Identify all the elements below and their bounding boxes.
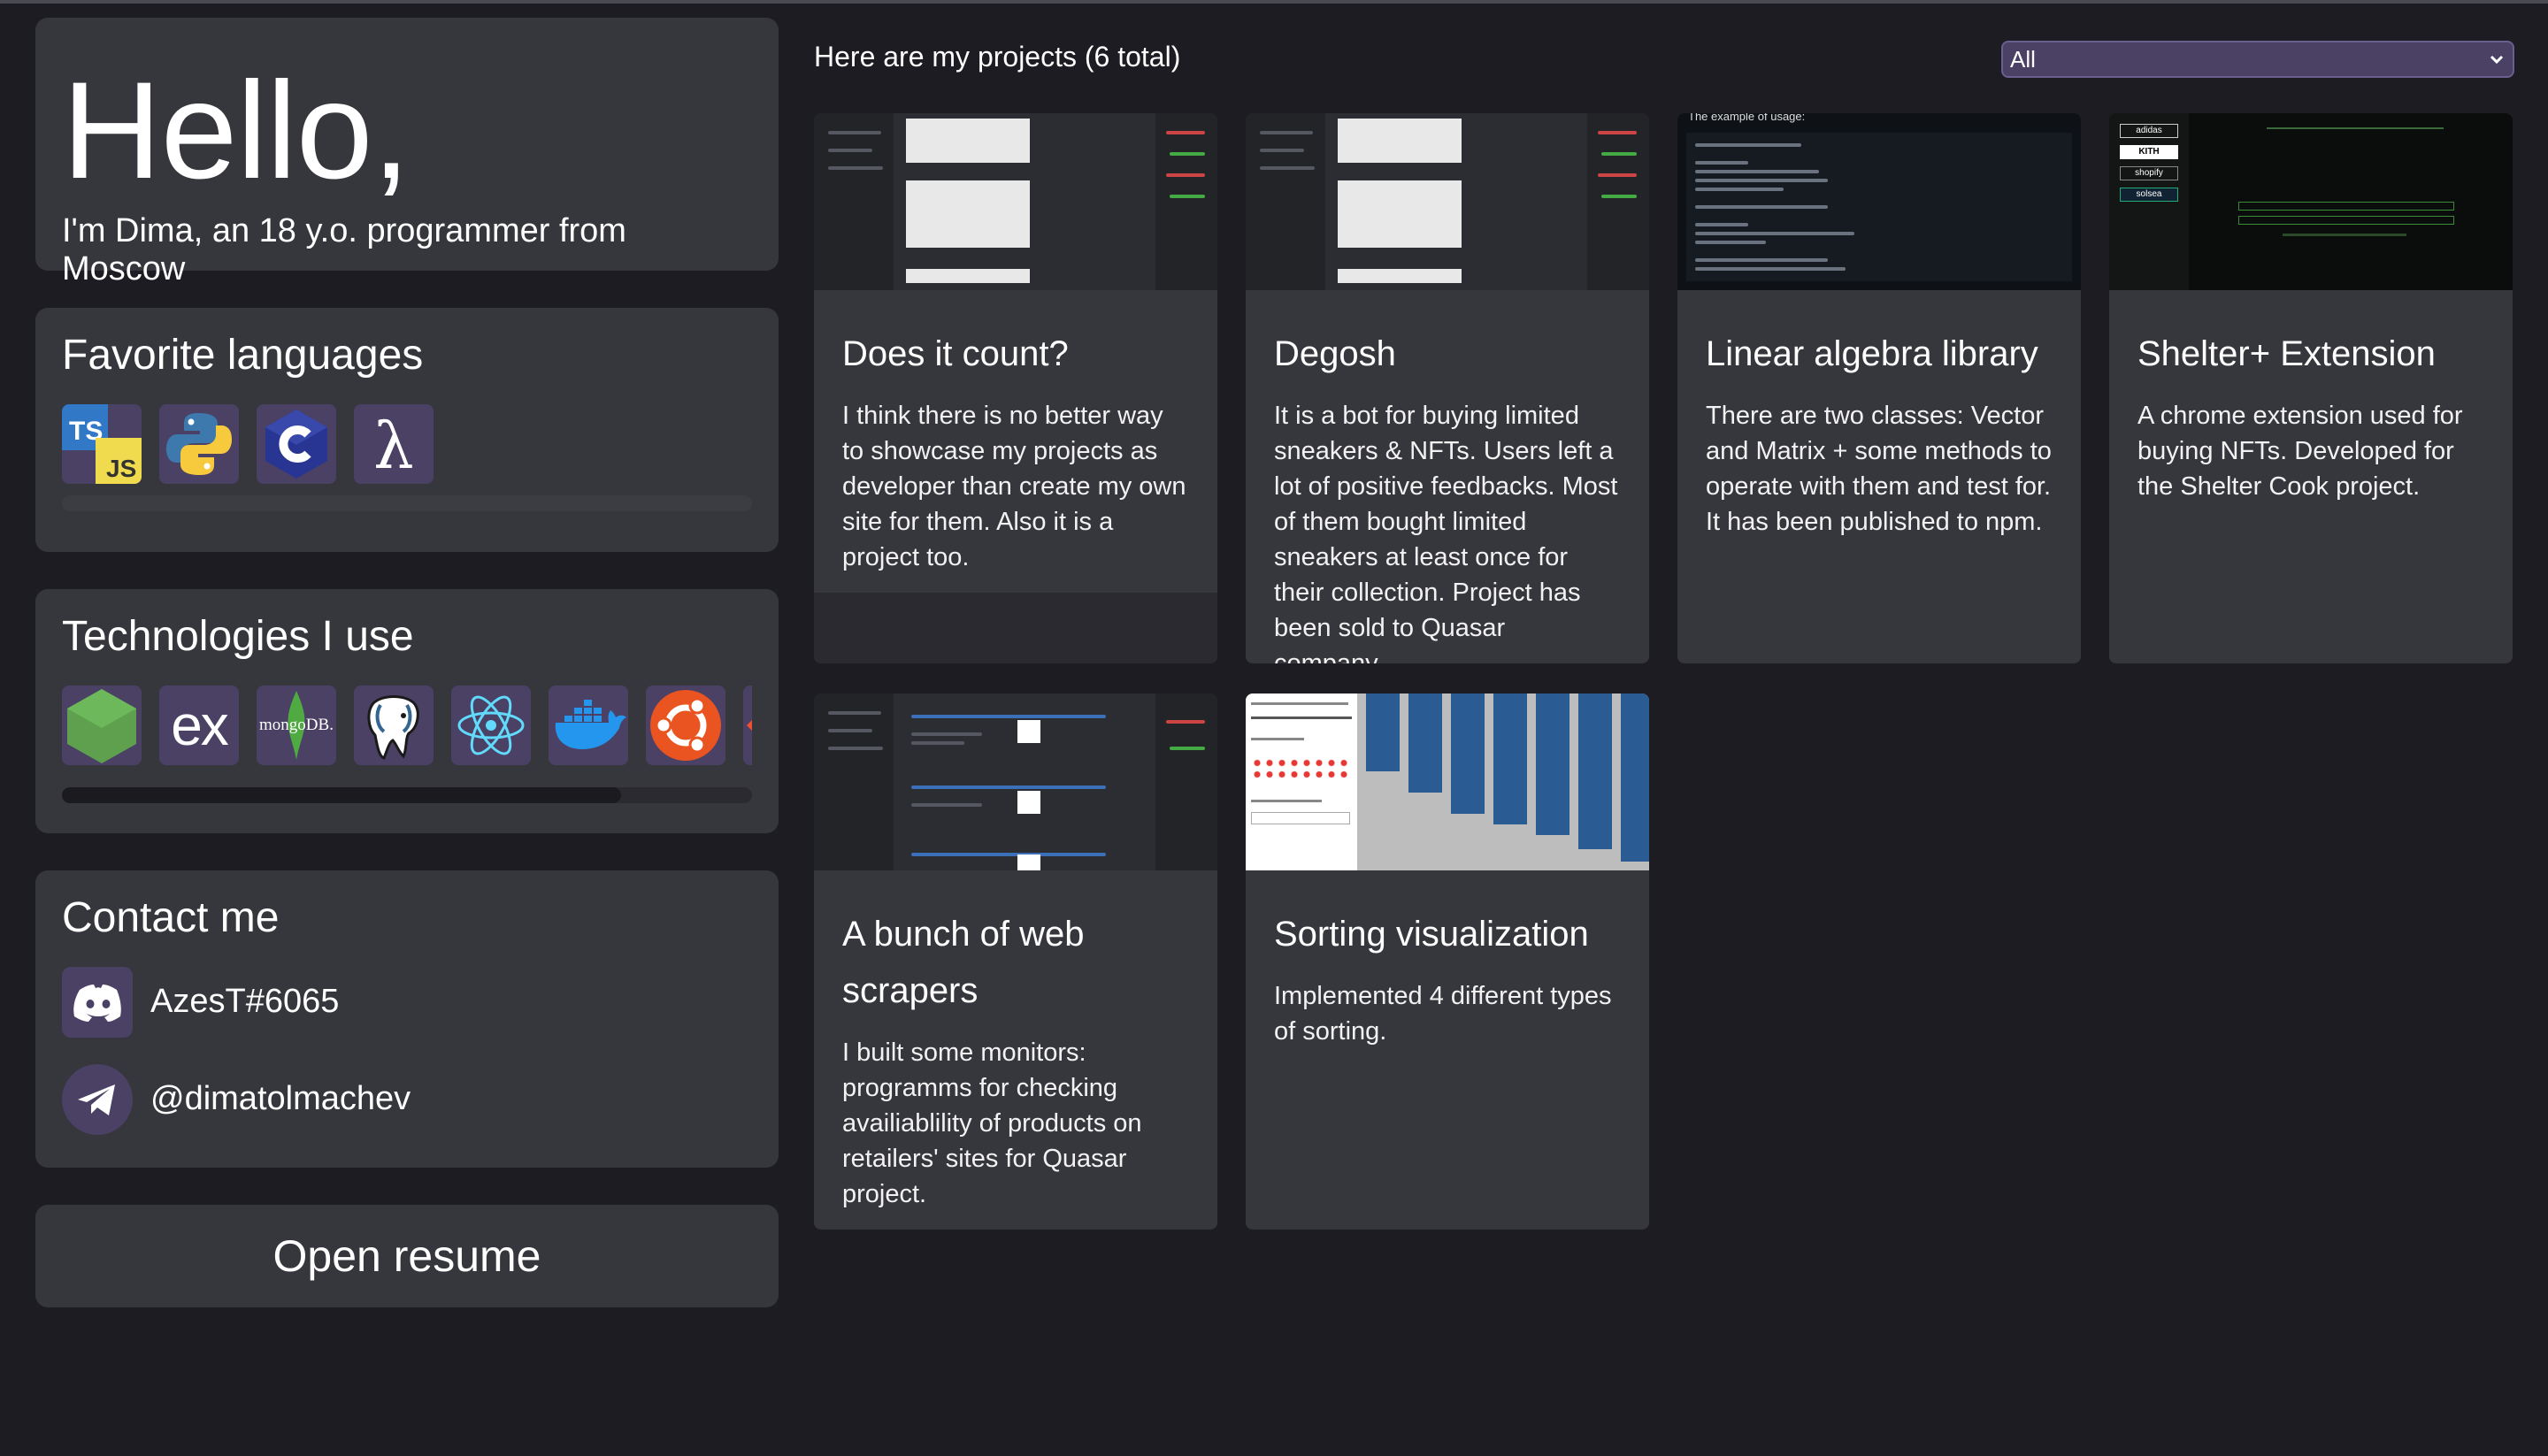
react-icon: [451, 685, 531, 765]
project-card-footer: [814, 593, 1217, 663]
project-description: There are two classes: Vector and Matrix…: [1706, 402, 2052, 536]
lambda-icon: λ: [354, 403, 434, 484]
technologies-scrollbar[interactable]: [62, 787, 752, 803]
python-icon: [159, 403, 239, 484]
ubuntu-icon: [646, 685, 725, 765]
svg-text:λ: λ: [373, 409, 414, 483]
mongodb-label: mongoDB.: [259, 715, 334, 734]
project-description: I think there is no better way to showca…: [842, 402, 1186, 571]
telegram-icon: [62, 1063, 133, 1135]
typescript-javascript-icon: TS JS: [62, 403, 142, 484]
brand-label-kith: KITH: [2120, 145, 2178, 159]
svg-text:JS: JS: [106, 455, 136, 482]
languages-card: Favorite languages TS JS λ: [35, 308, 779, 552]
technologies-title: Technologies I use: [62, 613, 414, 660]
technologies-card: Technologies I use ex mongoDB.: [35, 589, 779, 833]
project-thumbnail: [1246, 694, 1649, 870]
brand-label-shopify: shopify: [2120, 166, 2178, 180]
projects-header: Here are my projects (6 total): [814, 41, 1181, 73]
project-thumbnail: [1246, 113, 1649, 290]
project-title: Degosh: [1274, 334, 1396, 373]
project-title: Does it count?: [842, 334, 1069, 373]
contact-title: Contact me: [62, 894, 280, 941]
project-description: A chrome extension used for buying NFTs.…: [2137, 402, 2463, 501]
express-icon: ex: [159, 685, 239, 765]
hello-card: Hello, I'm Dima, an 18 y.o. programmer f…: [35, 18, 779, 287]
project-thumbnail: The example of usage:: [1677, 113, 2081, 290]
brand-label-adidas: adidas: [2120, 124, 2178, 138]
technologies-icon-row[interactable]: ex mongoDB.: [62, 685, 752, 765]
greeting-heading: Hello,: [62, 54, 411, 208]
project-title: Linear algebra library: [1706, 334, 2038, 373]
project-title: A bunch of web scrapers: [842, 915, 1085, 1010]
docker-icon: [549, 685, 628, 765]
open-resume-button[interactable]: Open resume: [35, 1205, 779, 1307]
project-thumbnail: [814, 113, 1217, 290]
project-card-linear-algebra[interactable]: The example of usage: Linear algebra lib…: [1677, 113, 2081, 663]
mongodb-icon: mongoDB.: [257, 685, 336, 765]
project-filter-select[interactable]: All: [2001, 41, 2514, 78]
project-title: Sorting visualization: [1274, 915, 1589, 954]
project-thumbnail: adidas KITH shopify solsea: [2109, 113, 2513, 290]
profile-column: Hello, I'm Dima, an 18 y.o. programmer f…: [35, 18, 779, 1307]
project-card-web-scrapers[interactable]: A bunch of web scrapers I built some mon…: [814, 694, 1217, 1230]
telegram-handle: @dimatolmachev: [150, 1080, 411, 1118]
git-icon: [743, 685, 752, 765]
code-example-header: The example of usage:: [1688, 113, 1806, 123]
telegram-contact[interactable]: @dimatolmachev: [62, 1063, 752, 1135]
languages-icon-row[interactable]: TS JS λ: [62, 403, 752, 484]
project-card-degosh[interactable]: Degosh It is a bot for buying limited sn…: [1246, 113, 1649, 663]
express-label: ex: [171, 693, 229, 757]
project-title: Shelter+ Extension: [2137, 334, 2436, 373]
contact-card: Contact me AzesT#6065 @dimatolmachev: [35, 870, 779, 1168]
chevron-down-icon: [2490, 55, 2504, 65]
project-card-sorting-visualization[interactable]: Sorting visualization Implemented 4 diff…: [1246, 694, 1649, 1230]
languages-scrollbar-thumb[interactable]: [62, 495, 752, 511]
window-top-border: [0, 0, 2548, 4]
project-card-shelter-extension[interactable]: adidas KITH shopify solsea Shelter+ Exte…: [2109, 113, 2513, 663]
nodejs-icon: [62, 685, 142, 765]
languages-scrollbar[interactable]: [62, 495, 752, 511]
technologies-scrollbar-thumb[interactable]: [62, 787, 621, 803]
filter-selected-value: All: [2010, 45, 2036, 73]
project-description: Implemented 4 different types of sorting…: [1274, 982, 1612, 1046]
project-description: I built some monitors: programms for che…: [842, 1038, 1142, 1208]
discord-contact[interactable]: AzesT#6065: [62, 966, 752, 1038]
languages-title: Favorite languages: [62, 332, 424, 379]
project-description: It is a bot for buying limited sneakers …: [1274, 402, 1618, 663]
intro-text: I'm Dima, an 18 y.o. programmer from Mos…: [62, 212, 626, 287]
project-card-does-it-count[interactable]: Does it count? I think there is no bette…: [814, 113, 1217, 663]
discord-handle: AzesT#6065: [150, 983, 340, 1021]
postgresql-icon: [354, 685, 434, 765]
brand-label-solsea: solsea: [2120, 188, 2178, 202]
discord-icon: [62, 966, 133, 1038]
c-icon: [257, 403, 336, 484]
project-thumbnail: [814, 694, 1217, 870]
